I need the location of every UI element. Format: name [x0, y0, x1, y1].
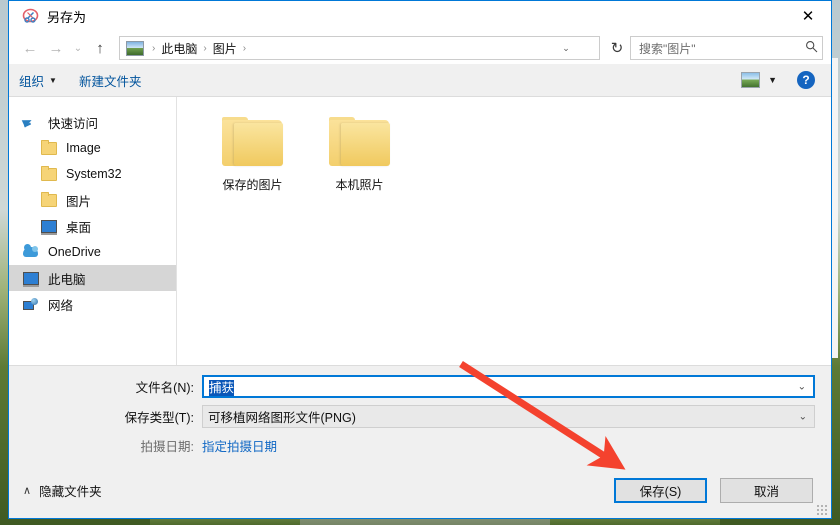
sidebar-item-5[interactable]: OneDrive	[9, 239, 176, 265]
file-item-label: 本机照片	[335, 178, 384, 192]
footer-buttons: 保存(S) 取消	[614, 477, 813, 503]
toolbar-right-group: ▼ ?	[741, 71, 821, 89]
sidebar-item-0[interactable]: 快速访问	[9, 109, 176, 135]
sidebar-item-1[interactable]: Image	[9, 135, 176, 161]
filename-input[interactable]: 捕获 ⌄	[202, 375, 815, 398]
resize-grip-icon[interactable]	[816, 504, 827, 515]
cloud-icon	[23, 244, 41, 257]
date-taken-label: 拍摄日期:	[140, 439, 194, 454]
sidebar-item-label: Image	[66, 141, 101, 155]
file-item-label: 保存的图片	[222, 178, 283, 192]
help-button[interactable]: ?	[797, 71, 815, 89]
specify-date-link[interactable]: 指定拍摄日期	[202, 436, 277, 455]
breadcrumb-separator-2[interactable]: ›	[239, 43, 250, 54]
breadcrumb-item-this-pc[interactable]: 此电脑	[159, 40, 199, 57]
filename-label: 文件名(N):	[135, 381, 194, 395]
sidebar-item-2[interactable]: System32	[9, 161, 176, 187]
title-bar: 另存为 ✕	[9, 1, 831, 32]
dialog-body: 快速访问 Image System32 图片桌面 OneDrive 此电脑网络 保存的图片…	[9, 97, 831, 366]
filetype-value: 可移植网络图形文件(PNG)	[208, 411, 356, 425]
search-input[interactable]: 搜索"图片"	[630, 36, 823, 60]
breadcrumb-separator-0: ›	[152, 42, 156, 54]
file-item-1[interactable]: 本机照片	[306, 113, 413, 193]
navigation-pane: 快速访问 Image System32 图片桌面 OneDrive 此电脑网络	[9, 97, 177, 365]
date-taken-row: 拍摄日期: 指定拍摄日期	[9, 434, 831, 456]
chevron-down-icon[interactable]: ▼	[768, 75, 777, 85]
up-icon[interactable]: ↑	[87, 35, 113, 61]
command-toolbar: 组织 ▼ 新建文件夹 ▼ ?	[9, 64, 831, 97]
organize-label: 组织	[19, 74, 45, 89]
chevron-down-icon[interactable]: ⌄	[799, 411, 807, 422]
sidebar-item-label: 图片	[66, 194, 92, 209]
folder-icon	[328, 117, 391, 167]
cancel-button[interactable]: 取消	[720, 477, 813, 503]
save-form: 文件名(N): 捕获 ⌄ 保存类型(T): 可移植网络图形文件(PNG) ⌄ 拍…	[9, 366, 831, 462]
folder-icon	[41, 191, 59, 207]
sidebar-item-label: 快速访问	[48, 116, 99, 131]
sidebar-item-label: System32	[66, 167, 122, 181]
save-button[interactable]: 保存(S)	[614, 477, 707, 503]
pictures-folder-icon	[126, 40, 144, 56]
filetype-row: 保存类型(T): 可移植网络图形文件(PNG) ⌄	[9, 404, 831, 429]
file-item-0[interactable]: 保存的图片	[199, 113, 306, 193]
monitor-icon	[23, 271, 41, 287]
close-button[interactable]: ✕	[785, 1, 831, 31]
filetype-select[interactable]: 可移植网络图形文件(PNG) ⌄	[202, 405, 815, 428]
hide-folders-button[interactable]: ∧ 隐藏文件夹	[23, 481, 102, 500]
hide-folders-label: 隐藏文件夹	[39, 484, 102, 499]
new-folder-button[interactable]: 新建文件夹	[79, 71, 142, 90]
folder-icon	[41, 165, 59, 181]
folder-icon	[221, 117, 284, 167]
sidebar-item-6[interactable]: 此电脑	[9, 265, 176, 291]
search-icon	[805, 40, 818, 56]
view-layout-icon[interactable]	[741, 72, 761, 88]
sidebar-item-3[interactable]: 图片	[9, 187, 176, 213]
file-list[interactable]: 保存的图片 本机照片	[177, 97, 831, 365]
save-as-dialog: 另存为 ✕ ← → ⌄ ↑ › 此电脑 › 图片 › ⌄ ↻ 搜索"图片" 组织…	[8, 0, 832, 519]
recent-locations-icon[interactable]: ⌄	[69, 35, 87, 61]
monitor-icon	[41, 219, 59, 235]
refresh-icon[interactable]: ↻	[604, 35, 630, 61]
breadcrumb[interactable]: › 此电脑 › 图片 › ⌄	[119, 36, 600, 60]
search-placeholder: 搜索"图片"	[639, 41, 696, 56]
sidebar-item-label: 此电脑	[48, 272, 86, 287]
new-folder-label: 新建文件夹	[78, 74, 142, 89]
sidebar-item-7[interactable]: 网络	[9, 291, 176, 317]
filename-value: 捕获	[209, 380, 235, 396]
breadcrumb-item-pictures[interactable]: 图片	[211, 40, 239, 57]
organize-button[interactable]: 组织 ▼	[19, 71, 57, 90]
network-icon	[23, 298, 41, 310]
sidebar-item-label: 桌面	[66, 220, 92, 235]
folder-icon	[41, 139, 59, 155]
chevron-down-icon[interactable]: ⌄	[798, 381, 806, 392]
chevron-down-icon: ▼	[49, 75, 57, 85]
filename-row: 文件名(N): 捕获 ⌄	[9, 374, 831, 399]
chevron-up-icon: ∧	[23, 484, 32, 497]
dialog-footer: ∧ 隐藏文件夹 保存(S) 取消	[9, 462, 831, 518]
forward-icon[interactable]: →	[43, 35, 69, 61]
breadcrumb-separator-1[interactable]: ›	[199, 43, 210, 54]
sidebar-item-label: OneDrive	[48, 245, 101, 259]
breadcrumb-dropdown-icon[interactable]: ⌄	[557, 37, 575, 59]
window-title: 另存为	[47, 10, 87, 25]
filetype-label: 保存类型(T):	[124, 411, 194, 425]
sidebar-item-label: 网络	[48, 298, 74, 313]
pin-icon	[23, 116, 41, 129]
navigation-bar: ← → ⌄ ↑ › 此电脑 › 图片 › ⌄ ↻ 搜索"图片"	[9, 32, 831, 64]
back-icon[interactable]: ←	[17, 35, 43, 61]
snipping-tool-icon	[21, 7, 41, 27]
sidebar-item-4[interactable]: 桌面	[9, 213, 176, 239]
